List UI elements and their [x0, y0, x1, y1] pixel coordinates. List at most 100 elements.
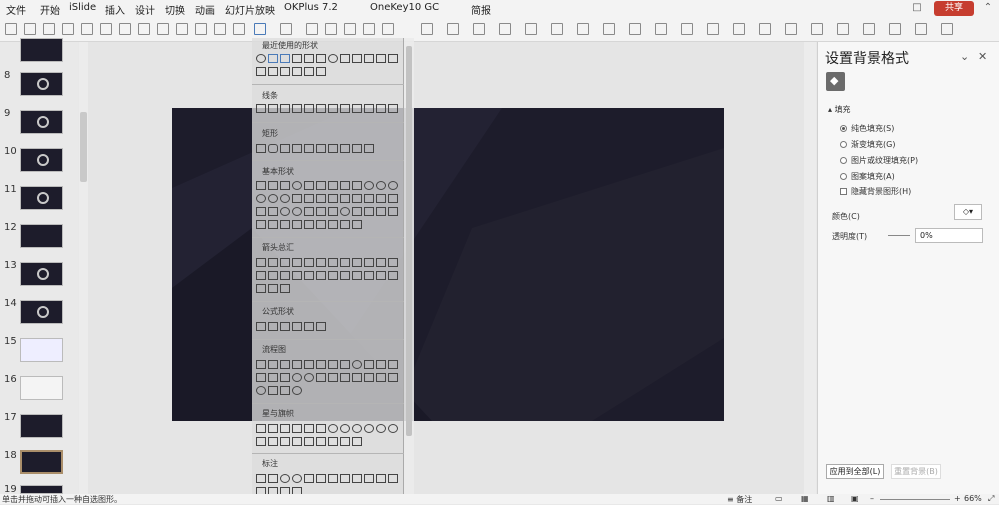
scroll-thumb[interactable] [406, 46, 412, 436]
slide-thumbnail-10[interactable] [20, 148, 63, 172]
share-button[interactable]: 共享 [934, 1, 974, 16]
zoom-out-icon[interactable]: – [870, 494, 874, 503]
slide-thumbnail-16[interactable] [20, 376, 63, 400]
reset-background-button[interactable]: 重置背景(B) [891, 464, 941, 479]
slide-number-icon[interactable] [889, 23, 901, 35]
fill-section-header[interactable]: ▴ 填充 [828, 104, 851, 115]
comment-insert-icon[interactable] [785, 23, 797, 35]
shape-row-equation[interactable] [254, 322, 404, 333]
image-icon[interactable] [707, 23, 719, 35]
icons-icon[interactable] [655, 23, 667, 35]
gradient-fill-radio[interactable] [840, 141, 847, 148]
menu-slideshow[interactable]: 幻灯片放映 [225, 2, 275, 17]
picture-icon[interactable] [577, 23, 589, 35]
menu-home[interactable]: 开始 [40, 2, 60, 17]
slide-thumbnail-11[interactable] [20, 186, 63, 210]
outline-icon[interactable] [421, 23, 433, 35]
shape-row-arrows-1[interactable] [254, 258, 404, 269]
reading-view-icon[interactable]: ▥ [827, 494, 835, 503]
menu-file[interactable]: 文件 [6, 2, 26, 17]
zoom-slider[interactable] [880, 499, 950, 500]
shapes-dropdown-scrollbar[interactable] [404, 38, 414, 496]
shape-row-flowchart-3[interactable] [254, 386, 404, 397]
scroll-thumb[interactable] [80, 112, 87, 182]
shape-row-flowchart-1[interactable] [254, 360, 404, 371]
smartart-icon[interactable] [629, 23, 641, 35]
align-bottom-icon[interactable] [100, 23, 112, 35]
shapes-icon[interactable] [254, 23, 266, 35]
shape-row-flowchart-2[interactable] [254, 373, 404, 384]
menu-onekey[interactable]: OneKey10 GC [370, 2, 439, 13]
shape-row-basic-4[interactable] [254, 220, 404, 231]
slide-thumbnail-17[interactable] [20, 414, 63, 438]
color-picker-button[interactable]: ◇▾ [954, 204, 982, 220]
3d-icon[interactable] [681, 23, 693, 35]
notes-button[interactable]: ≡ 备注 [727, 494, 752, 505]
gradient-fill-label[interactable]: 渐变填充(G) [851, 139, 895, 150]
flip-icon[interactable] [214, 23, 226, 35]
picture-fill-label[interactable]: 图片或纹理填充(P) [851, 155, 918, 166]
shape-row-stars-1[interactable] [254, 424, 404, 435]
align-middle-icon[interactable] [81, 23, 93, 35]
video-icon[interactable] [941, 23, 953, 35]
wordart-icon[interactable] [837, 23, 849, 35]
align-center-icon[interactable] [24, 23, 36, 35]
align-right-icon[interactable] [43, 23, 55, 35]
shape-row-basic-1[interactable] [254, 181, 404, 192]
chevron-up-icon[interactable]: ⌃ [982, 2, 994, 14]
slide-thumbnail-9[interactable] [20, 110, 63, 134]
transparency-input[interactable]: 0% [915, 228, 983, 243]
menu-islide[interactable]: iSlide [69, 2, 96, 13]
shape-row-recent[interactable] [254, 54, 404, 65]
menu-insert[interactable]: 插入 [105, 2, 125, 17]
menu-transitions[interactable]: 切换 [165, 2, 185, 17]
solid-fill-label[interactable]: 纯色填充(S) [851, 123, 894, 134]
merge-icon[interactable] [233, 23, 245, 35]
chevron-down-icon[interactable]: ⌄ [960, 50, 969, 63]
slide-thumbnail-8[interactable] [20, 72, 63, 96]
menu-brief[interactable]: 简报 [471, 2, 491, 17]
slide-panel-scrollbar[interactable] [79, 42, 88, 494]
highlight-icon[interactable] [499, 23, 511, 35]
normal-view-icon[interactable]: ▭ [775, 494, 783, 503]
shape-row-rectangles[interactable] [254, 144, 404, 155]
comment-icon[interactable]: □ [911, 2, 923, 14]
fill-tab[interactable]: ◆ [826, 72, 845, 91]
picture-fill-radio[interactable] [840, 157, 847, 164]
shape-row-arrows-3[interactable] [254, 284, 404, 295]
pattern-fill-label[interactable]: 图案填充(A) [851, 171, 895, 182]
pattern-fill-radio[interactable] [840, 173, 847, 180]
transparency-slider[interactable] [888, 235, 910, 236]
zoom-in-icon[interactable]: + [954, 494, 961, 503]
distribute-icon[interactable] [119, 23, 131, 35]
canvas-scrollbar[interactable] [804, 42, 816, 494]
textbox-icon[interactable] [280, 23, 292, 35]
slide-thumbnail-15[interactable] [20, 338, 63, 362]
shape-row-callouts-1[interactable] [254, 474, 404, 485]
object-icon[interactable] [915, 23, 927, 35]
shape-row-basic-2[interactable] [254, 194, 404, 205]
send-back-icon[interactable] [344, 23, 356, 35]
size-icon[interactable] [176, 23, 188, 35]
crop-icon[interactable] [157, 23, 169, 35]
slide-thumbnail-13[interactable] [20, 262, 63, 286]
copy-format-icon[interactable] [306, 23, 318, 35]
hyperlink-icon[interactable] [759, 23, 771, 35]
font-color-icon[interactable] [447, 23, 459, 35]
slide-thumbnail-19[interactable] [20, 485, 63, 494]
menu-animations[interactable]: 动画 [195, 2, 215, 17]
bring-front-icon[interactable] [325, 23, 337, 35]
slideshow-icon[interactable]: ▣ [851, 494, 859, 503]
group-icon[interactable] [138, 23, 150, 35]
close-icon[interactable]: ✕ [978, 50, 987, 63]
fit-slide-icon[interactable]: ⤢ [988, 494, 994, 504]
pen-icon[interactable] [473, 23, 485, 35]
align-top-icon[interactable] [62, 23, 74, 35]
slide-sorter-icon[interactable]: ▦ [801, 494, 809, 503]
header-icon[interactable] [811, 23, 823, 35]
date-icon[interactable] [863, 23, 875, 35]
slide-thumbnail-7[interactable] [20, 38, 63, 62]
align-left-icon[interactable] [5, 23, 17, 35]
rotate-icon[interactable] [195, 23, 207, 35]
shape-row-stars-2[interactable] [254, 437, 404, 448]
